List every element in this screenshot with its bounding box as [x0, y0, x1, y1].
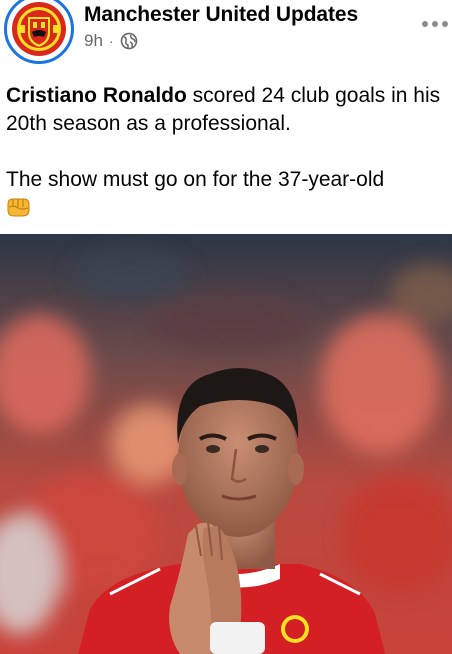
post-meta: 9h · — [84, 31, 138, 51]
more-dot — [442, 21, 448, 27]
globe-icon[interactable] — [120, 32, 138, 50]
player-clapping-photo[interactable] — [0, 234, 452, 654]
post-image — [0, 234, 452, 654]
more-dot — [432, 21, 438, 27]
page-avatar-ring[interactable] — [4, 0, 74, 64]
more-options-icon[interactable] — [422, 14, 450, 34]
post-time[interactable]: 9h — [84, 31, 103, 51]
post-body-text: Cristiano Ronaldo scored 24 club goals i… — [6, 82, 446, 222]
post-paragraph-2: The show must go on for the 37-year-old — [6, 166, 446, 222]
page-avatar[interactable] — [11, 1, 67, 57]
meta-separator: · — [108, 33, 114, 49]
post-header: Manchester United Updates 9h · — [0, 0, 452, 70]
post-author-name[interactable]: Manchester United Updates — [84, 3, 358, 27]
oncoming-fist-emoji-icon — [7, 198, 30, 217]
manchester-united-crest-icon — [12, 2, 66, 56]
tagged-name[interactable]: Cristiano Ronaldo — [6, 84, 187, 107]
post-paragraph-1: Cristiano Ronaldo scored 24 club goals i… — [6, 82, 446, 138]
more-dot — [422, 21, 428, 27]
post-sentence-2: The show must go on for the 37-year-old — [6, 168, 385, 191]
